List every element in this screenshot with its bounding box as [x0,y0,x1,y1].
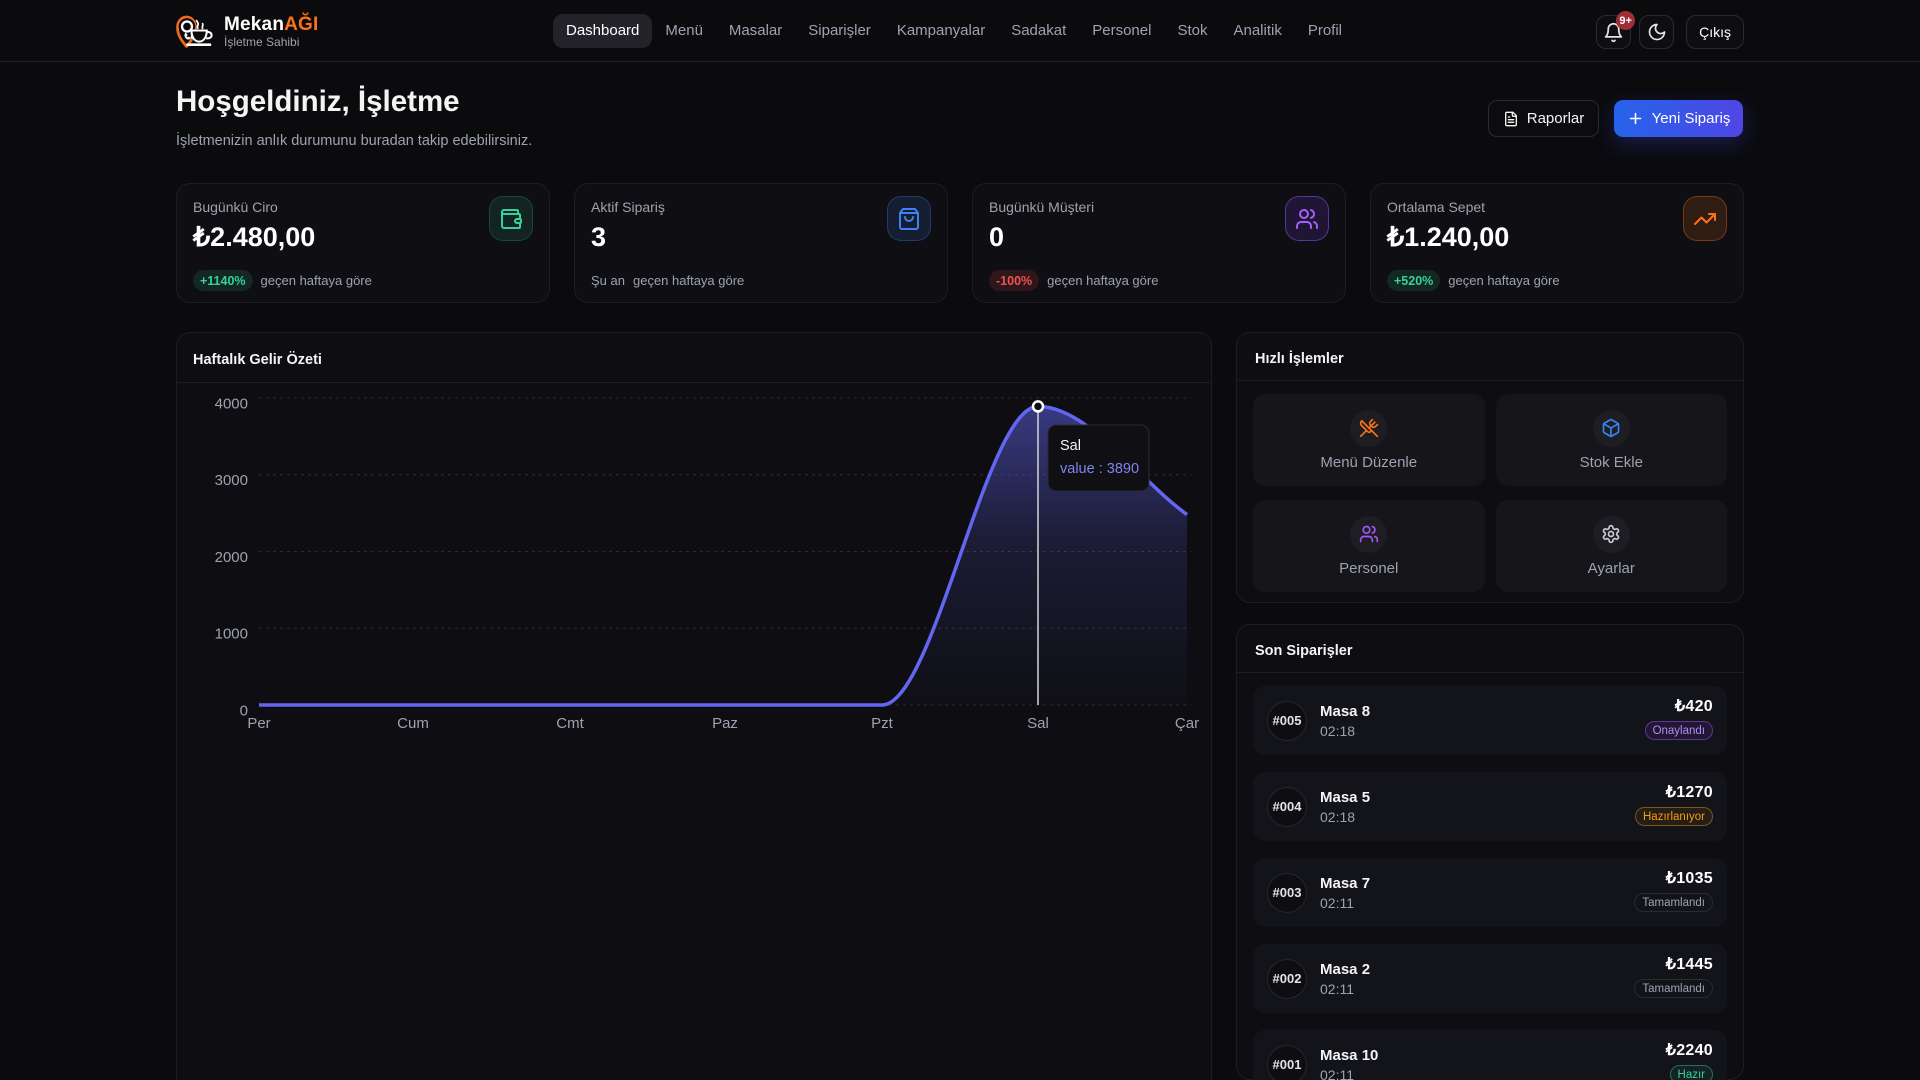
svg-text:4000: 4000 [215,395,248,412]
svg-text:3000: 3000 [215,472,248,489]
svg-text:Cum: Cum [397,715,429,732]
svg-text:1000: 1000 [215,626,248,643]
svg-text:Paz: Paz [712,715,738,732]
svg-text:value : 3890: value : 3890 [1060,461,1139,477]
svg-text:Sal: Sal [1060,438,1081,454]
svg-text:Per: Per [247,715,270,732]
svg-text:Çar: Çar [1175,715,1199,732]
svg-text:Pzt: Pzt [871,715,894,732]
svg-text:Cmt: Cmt [556,715,584,732]
svg-text:Sal: Sal [1027,715,1049,732]
svg-text:2000: 2000 [215,549,248,566]
